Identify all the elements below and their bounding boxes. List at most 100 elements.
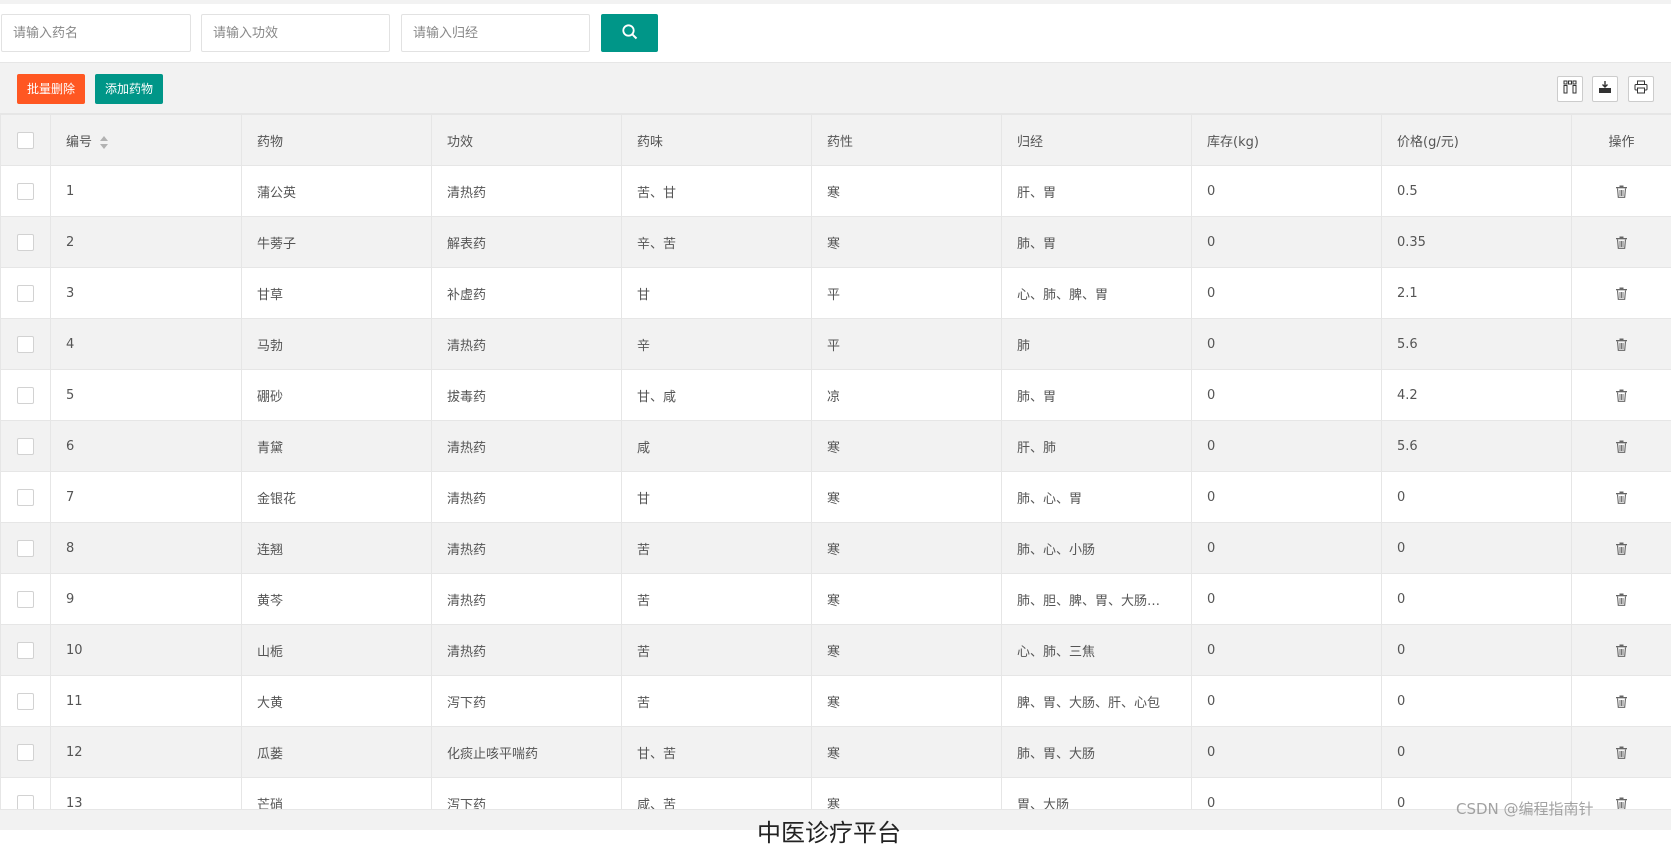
cell-id: 8 xyxy=(51,523,242,574)
cell-taste: 辛 xyxy=(622,319,812,370)
search-button[interactable] xyxy=(601,14,658,52)
meridian-search-input[interactable] xyxy=(401,14,590,52)
row-checkbox[interactable] xyxy=(17,489,34,506)
trash-icon[interactable] xyxy=(1615,389,1628,402)
row-checkbox[interactable] xyxy=(17,642,34,659)
table-row: 7金银花清热药甘寒肺、心、胃00 xyxy=(1,472,1671,523)
trash-icon[interactable] xyxy=(1615,491,1628,504)
row-checkbox[interactable] xyxy=(17,438,34,455)
cell-stock: 0 xyxy=(1192,217,1382,268)
table-row: 2牛蒡子解表药辛、苦寒肺、胃00.35 xyxy=(1,217,1671,268)
row-checkbox[interactable] xyxy=(17,285,34,302)
header-nature: 药性 xyxy=(812,115,1002,166)
row-checkbox[interactable] xyxy=(17,234,34,251)
row-checkbox[interactable] xyxy=(17,591,34,608)
row-checkbox[interactable] xyxy=(17,693,34,710)
cell-effect: 补虚药 xyxy=(432,268,622,319)
row-checkbox[interactable] xyxy=(17,387,34,404)
select-all-cell xyxy=(1,115,51,166)
effect-search-input[interactable] xyxy=(201,14,390,52)
cell-meridian: 脾、胃、大肠、肝、心包 xyxy=(1002,676,1192,727)
export-button[interactable] xyxy=(1592,76,1618,102)
cell-meridian: 肺、胃 xyxy=(1002,370,1192,421)
trash-icon[interactable] xyxy=(1615,236,1628,249)
trash-icon[interactable] xyxy=(1615,797,1628,810)
cell-name: 连翘 xyxy=(242,523,432,574)
cell-id: 9 xyxy=(51,574,242,625)
print-icon xyxy=(1634,80,1648,98)
table-row: 4马勃清热药辛平肺05.6 xyxy=(1,319,1671,370)
trash-icon[interactable] xyxy=(1615,542,1628,555)
header-meridian: 归经 xyxy=(1002,115,1192,166)
table-row: 12瓜蒌化痰止咳平喘药甘、苦寒肺、胃、大肠00 xyxy=(1,727,1671,778)
drug-name-search-input[interactable] xyxy=(1,14,191,52)
cell-effect: 清热药 xyxy=(432,574,622,625)
row-checkbox[interactable] xyxy=(17,744,34,761)
table-row: 11大黄泻下药苦寒脾、胃、大肠、肝、心包00 xyxy=(1,676,1671,727)
add-drug-button[interactable]: 添加药物 xyxy=(95,74,163,104)
cell-nature: 寒 xyxy=(812,625,1002,676)
row-action-cell xyxy=(1572,523,1671,574)
cell-meridian: 心、肺、三焦 xyxy=(1002,625,1192,676)
cell-nature: 寒 xyxy=(812,166,1002,217)
row-action-cell xyxy=(1572,217,1671,268)
table-panel: 批量删除 添加药物 xyxy=(0,62,1671,830)
cell-stock: 0 xyxy=(1192,523,1382,574)
trash-icon[interactable] xyxy=(1615,695,1628,708)
row-checkbox[interactable] xyxy=(17,540,34,557)
row-action-cell xyxy=(1572,727,1671,778)
trash-icon[interactable] xyxy=(1615,185,1628,198)
cell-price: 0.35 xyxy=(1382,217,1572,268)
trash-icon[interactable] xyxy=(1615,746,1628,759)
cell-price: 5.6 xyxy=(1382,319,1572,370)
cell-effect: 清热药 xyxy=(432,166,622,217)
trash-icon[interactable] xyxy=(1615,287,1628,300)
columns-filter-button[interactable] xyxy=(1557,76,1583,102)
trash-icon[interactable] xyxy=(1615,593,1628,606)
table-row: 6青黛清热药咸寒肝、肺05.6 xyxy=(1,421,1671,472)
row-checkbox[interactable] xyxy=(17,336,34,353)
trash-icon[interactable] xyxy=(1615,440,1628,453)
cell-id: 10 xyxy=(51,625,242,676)
cell-price: 0 xyxy=(1382,727,1572,778)
columns-filter-icon xyxy=(1563,80,1577,98)
cell-id: 3 xyxy=(51,268,242,319)
row-checkbox-cell xyxy=(1,217,51,268)
sort-icon[interactable] xyxy=(100,136,109,149)
row-checkbox-cell xyxy=(1,370,51,421)
batch-delete-button[interactable]: 批量删除 xyxy=(17,74,85,104)
drug-table: 编号 药物 功效 药味 药性 归经 库存(kg) 价格(g/元) 操作 1蒲公英… xyxy=(0,114,1671,829)
table-toolbar: 批量删除 添加药物 xyxy=(0,63,1671,114)
header-id[interactable]: 编号 xyxy=(51,115,242,166)
row-checkbox-cell xyxy=(1,574,51,625)
cell-id: 12 xyxy=(51,727,242,778)
cell-price: 0 xyxy=(1382,574,1572,625)
cell-nature: 寒 xyxy=(812,574,1002,625)
cell-meridian: 肺 xyxy=(1002,319,1192,370)
cell-effect: 化痰止咳平喘药 xyxy=(432,727,622,778)
header-price: 价格(g/元) xyxy=(1382,115,1572,166)
cell-effect: 清热药 xyxy=(432,421,622,472)
trash-icon[interactable] xyxy=(1615,644,1628,657)
cell-price: 2.1 xyxy=(1382,268,1572,319)
cell-effect: 清热药 xyxy=(432,523,622,574)
top-strip xyxy=(0,0,1671,4)
table-row: 10山栀清热药苦寒心、肺、三焦00 xyxy=(1,625,1671,676)
row-action-cell xyxy=(1572,472,1671,523)
cell-stock: 0 xyxy=(1192,676,1382,727)
select-all-checkbox[interactable] xyxy=(17,132,34,149)
table-row: 9黄芩清热药苦寒肺、胆、脾、胃、大肠…00 xyxy=(1,574,1671,625)
table-row: 3甘草补虚药甘平心、肺、脾、胃02.1 xyxy=(1,268,1671,319)
cell-stock: 0 xyxy=(1192,319,1382,370)
cell-taste: 苦 xyxy=(622,523,812,574)
print-button[interactable] xyxy=(1628,76,1654,102)
cell-taste: 苦 xyxy=(622,625,812,676)
cell-taste: 甘、苦 xyxy=(622,727,812,778)
trash-icon[interactable] xyxy=(1615,338,1628,351)
table-row: 1蒲公英清热药苦、甘寒肝、胃00.5 xyxy=(1,166,1671,217)
row-checkbox[interactable] xyxy=(17,183,34,200)
cell-name: 蒲公英 xyxy=(242,166,432,217)
cell-id: 1 xyxy=(51,166,242,217)
cell-name: 硼砂 xyxy=(242,370,432,421)
cell-name: 青黛 xyxy=(242,421,432,472)
